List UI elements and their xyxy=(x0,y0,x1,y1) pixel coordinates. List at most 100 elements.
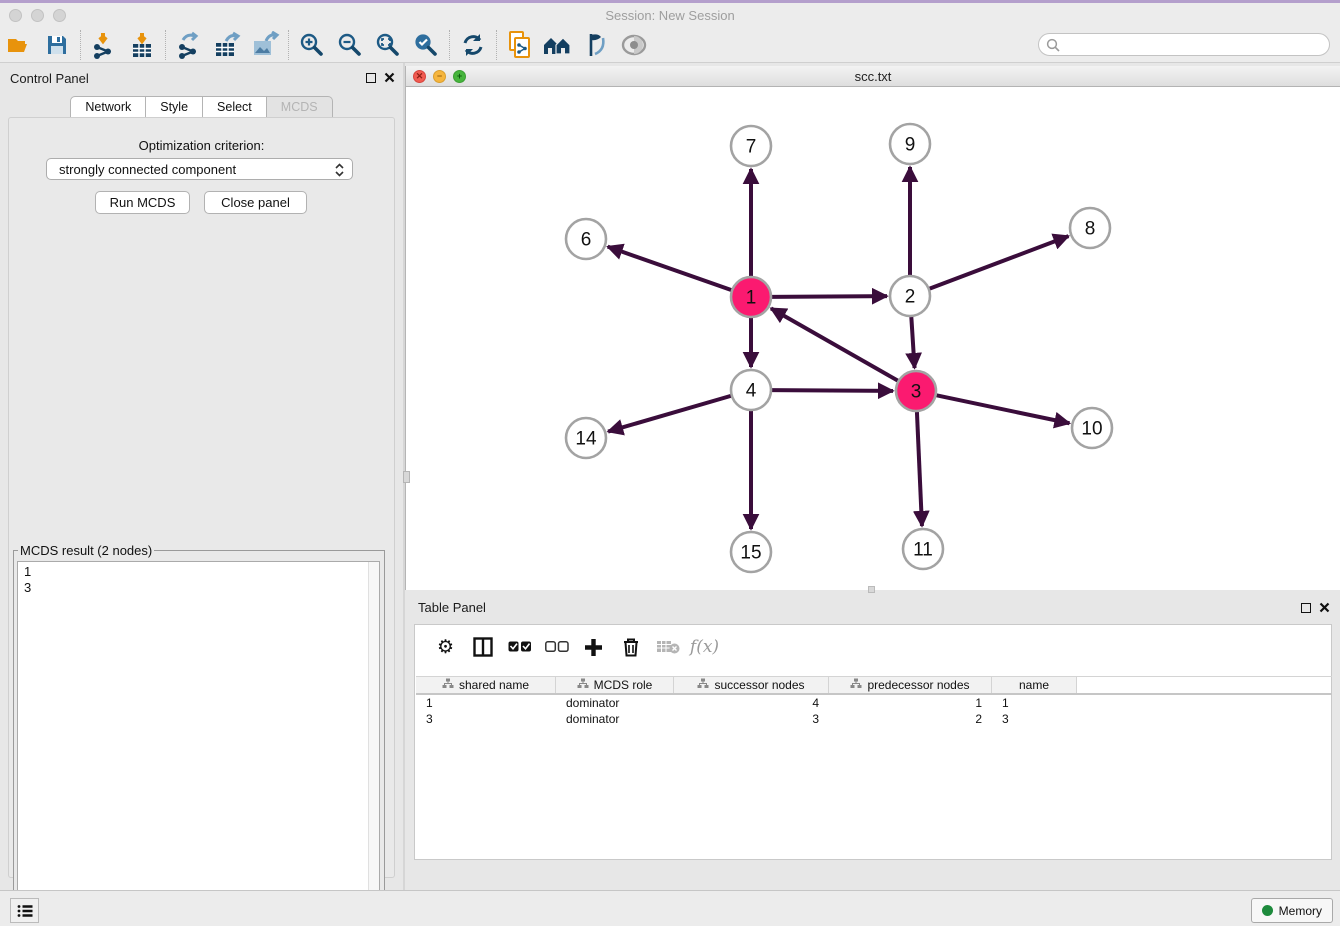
deselect-all-icon[interactable] xyxy=(538,631,575,663)
column-header-shared-name[interactable]: shared name xyxy=(416,677,556,693)
column-label: predecessor nodes xyxy=(867,678,969,692)
criterion-select[interactable]: strongly connected component xyxy=(46,158,353,180)
open-session-icon[interactable] xyxy=(0,29,38,61)
mcds-result-area[interactable]: 1 3 xyxy=(17,561,380,921)
search-input[interactable] xyxy=(1065,38,1329,52)
column-header-name[interactable]: name xyxy=(992,677,1077,693)
save-session-icon[interactable] xyxy=(38,29,76,61)
table-header-row: shared name MCDS role successor nodes prede… xyxy=(416,676,1332,695)
edge-4-3[interactable] xyxy=(772,390,893,391)
node-label-4: 4 xyxy=(746,381,757,402)
export-image-icon[interactable] xyxy=(246,29,284,61)
toolbar-separator xyxy=(288,30,289,60)
optimization-criterion-label: Optimization criterion: xyxy=(9,138,394,153)
table-cell[interactable]: dominator xyxy=(556,711,674,727)
table-cell[interactable]: 4 xyxy=(674,695,829,711)
column-type-icon xyxy=(442,678,454,692)
clone-network-icon[interactable] xyxy=(501,29,539,61)
tab-mcds[interactable]: MCDS xyxy=(267,96,333,119)
edge-1-2[interactable] xyxy=(772,296,887,297)
column-header-MCDS-role[interactable]: MCDS role xyxy=(556,677,674,693)
edge-2-3[interactable] xyxy=(911,317,914,368)
node-label-11: 11 xyxy=(913,540,933,561)
delete-selected-icon[interactable] xyxy=(612,631,649,663)
function-builder-icon: f(x) xyxy=(686,631,723,663)
export-table-icon[interactable] xyxy=(208,29,246,61)
column-header-successor-nodes[interactable]: successor nodes xyxy=(674,677,829,693)
zoom-out-icon[interactable] xyxy=(331,29,369,61)
mcds-result-group: MCDS result (2 nodes) 1 3 xyxy=(13,543,385,922)
search-icon xyxy=(1046,38,1060,52)
application-window: Session: New Session xyxy=(0,0,1340,926)
close-panel-button[interactable]: Close panel xyxy=(204,191,307,214)
memory-status-icon xyxy=(1262,905,1273,916)
edge-3-1[interactable] xyxy=(771,308,898,380)
table-cell[interactable]: 1 xyxy=(992,695,1077,711)
node-label-7: 7 xyxy=(746,137,757,158)
node-label-9: 9 xyxy=(905,135,916,156)
network-view-window: ✕ − + scc.txt 7968124314101511 xyxy=(405,66,1340,590)
search-box[interactable] xyxy=(1038,33,1330,56)
edge-1-6[interactable] xyxy=(608,247,731,290)
column-label: successor nodes xyxy=(714,678,804,692)
table-cell[interactable]: 1 xyxy=(416,695,556,711)
result-scrollbar[interactable] xyxy=(368,562,379,920)
network-window-titlebar[interactable]: ✕ − + scc.txt xyxy=(406,66,1340,87)
edge-3-11[interactable] xyxy=(917,412,922,526)
first-neighbors-icon[interactable] xyxy=(539,29,577,61)
column-header-predecessor-nodes[interactable]: predecessor nodes xyxy=(829,677,992,693)
left-scroll-handle[interactable] xyxy=(403,471,410,483)
table-settings-icon[interactable]: ⚙ xyxy=(427,631,464,663)
criterion-value: strongly connected component xyxy=(59,162,236,177)
table-cell[interactable]: 1 xyxy=(829,695,992,711)
zoom-in-icon[interactable] xyxy=(293,29,331,61)
tab-network[interactable]: Network xyxy=(70,96,146,119)
show-details-icon[interactable] xyxy=(615,29,653,61)
table-cell[interactable]: dominator xyxy=(556,695,674,711)
memory-button[interactable]: Memory xyxy=(1251,898,1333,923)
mcds-panel: Optimization criterion: strongly connect… xyxy=(8,117,395,878)
add-row-icon[interactable] xyxy=(575,631,612,663)
close-table-panel-icon[interactable] xyxy=(1319,602,1330,613)
show-columns-icon[interactable] xyxy=(464,631,501,663)
chevron-updown-icon xyxy=(334,162,345,181)
column-label: MCDS role xyxy=(594,678,653,692)
node-label-3: 3 xyxy=(911,382,922,403)
import-table-icon[interactable] xyxy=(123,29,161,61)
hide-details-icon[interactable] xyxy=(577,29,615,61)
float-panel-icon[interactable] xyxy=(366,73,376,83)
task-history-button[interactable] xyxy=(10,898,39,923)
import-network-icon[interactable] xyxy=(85,29,123,61)
edge-4-14[interactable] xyxy=(608,396,731,432)
run-mcds-button[interactable]: Run MCDS xyxy=(95,191,190,214)
edge-3-10[interactable] xyxy=(937,395,1070,423)
table-row[interactable]: 3dominator323 xyxy=(416,711,1332,727)
close-panel-icon[interactable] xyxy=(384,72,395,83)
control-panel-title: Control Panel xyxy=(10,71,89,86)
tab-style[interactable]: Style xyxy=(146,96,203,119)
float-table-panel-icon[interactable] xyxy=(1301,603,1311,613)
column-label: shared name xyxy=(459,678,529,692)
refresh-view-icon[interactable] xyxy=(454,29,492,61)
node-table-grid: shared name MCDS role successor nodes prede… xyxy=(416,676,1332,727)
edge-2-8[interactable] xyxy=(930,236,1069,288)
select-all-icon[interactable] xyxy=(501,631,538,663)
node-label-10: 10 xyxy=(1081,419,1102,440)
network-window-title: scc.txt xyxy=(406,69,1340,84)
table-rows: 1dominator4113dominator323 xyxy=(416,695,1332,727)
tab-select[interactable]: Select xyxy=(203,96,267,119)
table-cell[interactable]: 2 xyxy=(829,711,992,727)
node-label-14: 14 xyxy=(575,429,597,450)
table-panel-title: Table Panel xyxy=(418,600,486,615)
table-row[interactable]: 1dominator411 xyxy=(416,695,1332,711)
export-network-icon[interactable] xyxy=(170,29,208,61)
column-type-icon xyxy=(697,678,709,692)
zoom-fit-icon[interactable] xyxy=(369,29,407,61)
network-canvas[interactable]: 7968124314101511 xyxy=(406,87,1340,590)
table-cell[interactable]: 3 xyxy=(674,711,829,727)
bottom-resize-handle[interactable] xyxy=(868,586,875,593)
zoom-selected-icon[interactable] xyxy=(407,29,445,61)
node-label-15: 15 xyxy=(740,543,761,564)
table-cell[interactable]: 3 xyxy=(992,711,1077,727)
table-cell[interactable]: 3 xyxy=(416,711,556,727)
